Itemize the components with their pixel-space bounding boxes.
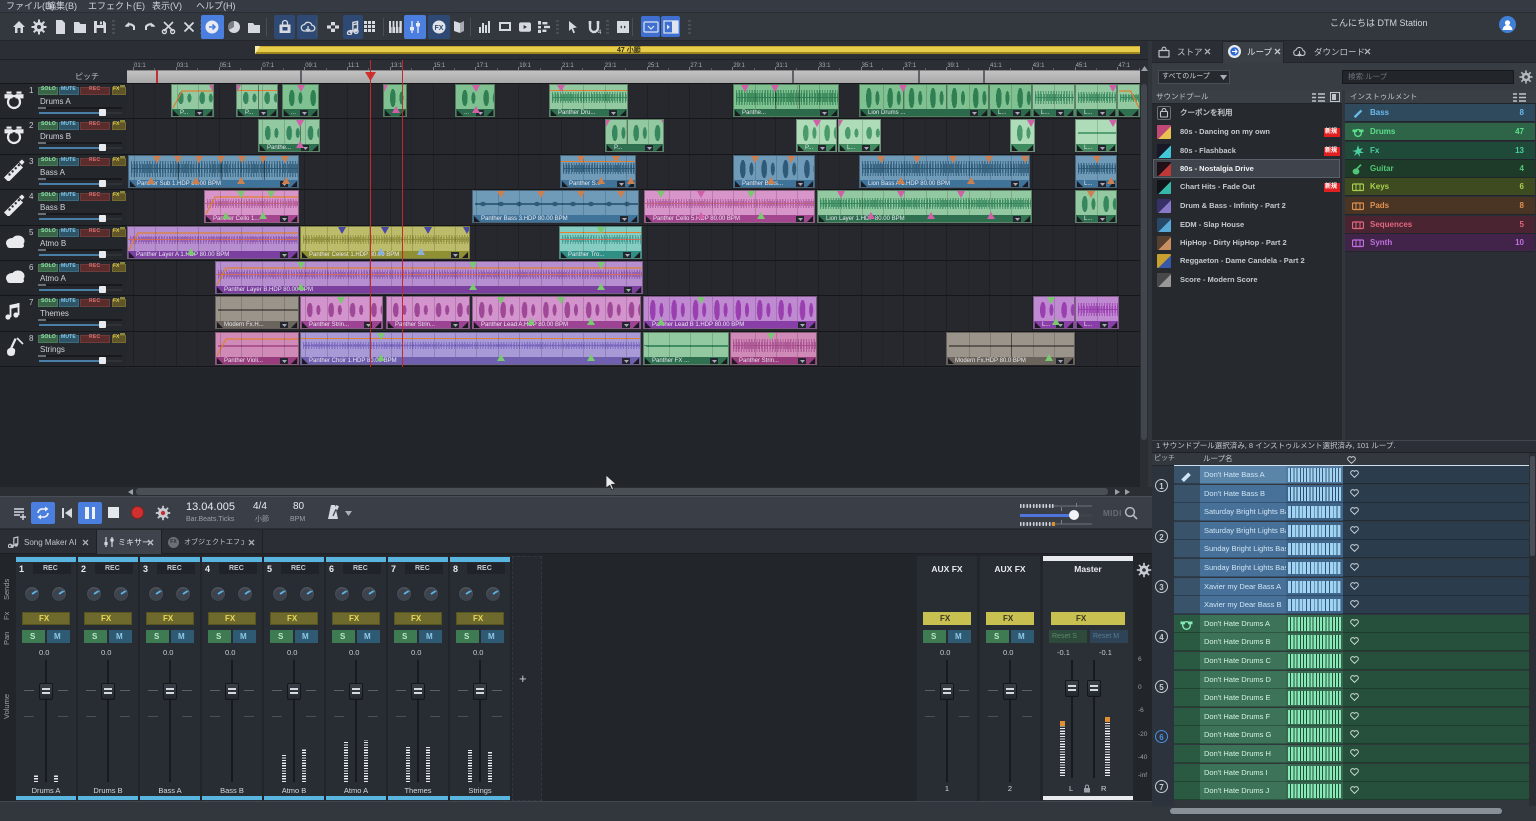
svg-text:FX: FX — [435, 25, 444, 32]
svg-text:4: 4 — [598, 30, 602, 35]
